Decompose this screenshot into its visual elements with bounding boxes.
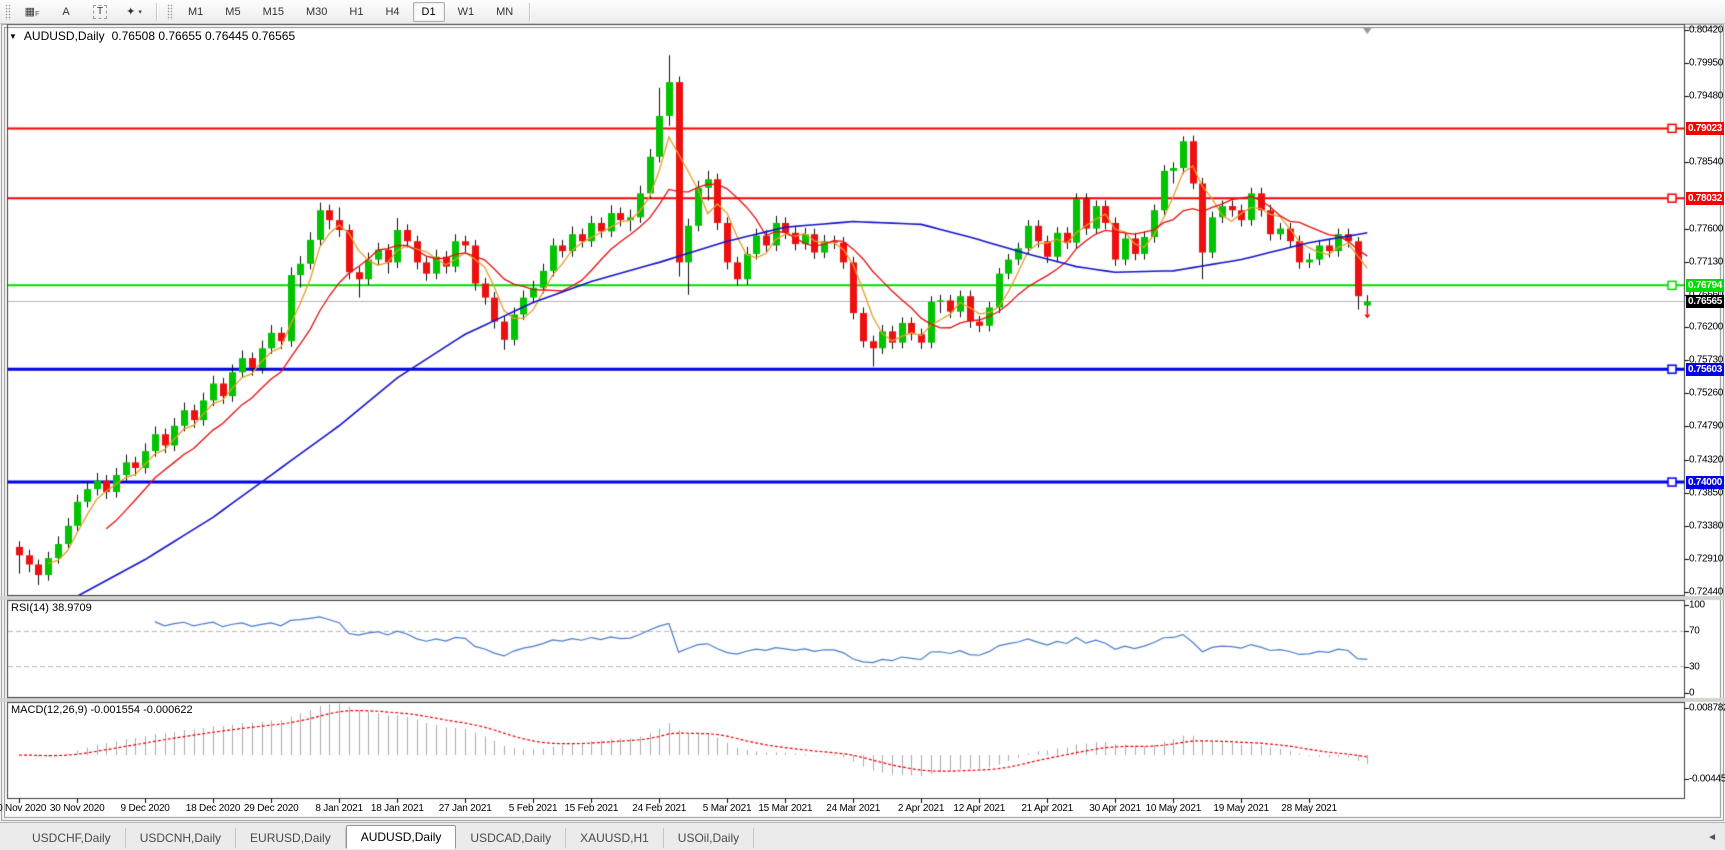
date-label: 12 Apr 2021 bbox=[953, 803, 1006, 814]
level-price-box[interactable]: 0.74000 bbox=[1686, 475, 1724, 489]
timeframe-button-h4[interactable]: H4 bbox=[376, 2, 408, 22]
chart-symbol-period: AUDUSD,Daily bbox=[23, 29, 105, 43]
date-label: 28 May 2021 bbox=[1281, 803, 1337, 814]
date-label: 19 May 2021 bbox=[1213, 803, 1269, 814]
level-price-box[interactable]: 0.78032 bbox=[1686, 191, 1724, 205]
timeframe-button-mn[interactable]: MN bbox=[487, 2, 522, 22]
rsi-tick-label: 70 bbox=[1689, 625, 1700, 637]
timeframe-button-m15[interactable]: M15 bbox=[254, 2, 293, 22]
date-label: 5 Mar 2021 bbox=[702, 803, 752, 814]
price-tick-label: 0.80420 bbox=[1689, 24, 1724, 36]
tab-usdcad-daily[interactable]: USDCAD,Daily bbox=[456, 828, 567, 848]
date-label: 24 Mar 2021 bbox=[826, 803, 881, 814]
chart-title: ▼ AUDUSD,Daily 0.76508 0.76655 0.76445 0… bbox=[9, 29, 295, 43]
level-price-box[interactable]: 0.75603 bbox=[1686, 362, 1724, 376]
date-label: 30 Nov 2020 bbox=[49, 803, 105, 814]
date-label: 18 Dec 2020 bbox=[185, 803, 241, 814]
date-label: 15 Mar 2021 bbox=[758, 803, 813, 814]
date-label: 18 Jan 2021 bbox=[370, 803, 424, 814]
timeframe-button-m1[interactable]: M1 bbox=[179, 2, 212, 22]
tab-usdchf-daily[interactable]: USDCHF,Daily bbox=[18, 828, 126, 848]
price-tick-label: 0.79950 bbox=[1689, 57, 1724, 69]
price-tick-label: 0.77130 bbox=[1689, 256, 1724, 268]
macd-tick-label: -0.00445 bbox=[1689, 773, 1725, 785]
chart-grid-icon[interactable]: ▦ F bbox=[16, 1, 48, 23]
timeframe-button-d1[interactable]: D1 bbox=[412, 1, 445, 22]
tab-xauusd-h1[interactable]: XAUUSD,H1 bbox=[566, 828, 664, 848]
date-label: 21 Apr 2021 bbox=[1021, 803, 1074, 814]
chart-menu-caret-icon[interactable]: ▼ bbox=[9, 32, 17, 41]
tab-audusd-daily[interactable]: AUDUSD,Daily bbox=[345, 825, 457, 849]
current-price-box: 0.76565 bbox=[1686, 294, 1724, 308]
chart-tab-bar: USDCHF,Daily USDCNH,Daily EURUSD,Daily AUDU… bbox=[0, 822, 1725, 850]
date-label: 27 Jan 2021 bbox=[438, 803, 492, 814]
toolbar-grip[interactable] bbox=[5, 3, 11, 20]
price-tick-label: 0.74790 bbox=[1689, 420, 1724, 432]
price-tick-label: 0.76200 bbox=[1689, 321, 1724, 333]
price-tick-label: 0.72440 bbox=[1689, 586, 1724, 598]
timeframe-button-m5[interactable]: M5 bbox=[216, 2, 249, 22]
tab-scroll-left-icon[interactable]: ◄ bbox=[1707, 832, 1717, 843]
date-label: 30 Apr 2021 bbox=[1089, 803, 1141, 814]
chart-canvas[interactable] bbox=[0, 0, 1725, 850]
level-price-box[interactable]: 0.76794 bbox=[1686, 278, 1724, 292]
date-label: 9 Dec 2020 bbox=[120, 803, 170, 814]
price-tick-label: 0.72910 bbox=[1689, 553, 1724, 565]
timeframe-button-w1[interactable]: W1 bbox=[449, 2, 484, 22]
price-tick-label: 0.74320 bbox=[1689, 454, 1724, 466]
chart-ohlc-values: 0.76508 0.76655 0.76445 0.76565 bbox=[111, 29, 296, 43]
text-label-icon[interactable]: T bbox=[84, 1, 116, 23]
rsi-tick-label: 30 bbox=[1689, 661, 1700, 673]
toolbar-grip[interactable] bbox=[167, 3, 173, 20]
rsi-indicator-label: RSI(14) 38.9709 bbox=[11, 602, 92, 614]
main-toolbar: ▦ F A T ✦ ▾ M1 M5 M15 M30 H1 H4 D1 W1 MN bbox=[0, 0, 1725, 24]
price-tick-label: 0.75260 bbox=[1689, 387, 1724, 399]
rsi-tick-label: 100 bbox=[1689, 599, 1705, 611]
timeframe-button-m30[interactable]: M30 bbox=[297, 2, 336, 22]
date-label: 10 May 2021 bbox=[1145, 803, 1202, 814]
date-label: 2 Apr 2021 bbox=[897, 803, 945, 814]
date-label: 8 Jan 2021 bbox=[315, 803, 363, 814]
price-tick-label: 0.78540 bbox=[1689, 156, 1724, 168]
price-tick-label: 0.73380 bbox=[1689, 520, 1724, 532]
macd-tick-label: 0.008782 bbox=[1689, 702, 1725, 714]
date-label: 5 Feb 2021 bbox=[508, 803, 558, 814]
toolbar-separator bbox=[156, 2, 158, 21]
price-tick-label: 0.79480 bbox=[1689, 90, 1724, 102]
rsi-tick-label: 0 bbox=[1689, 687, 1695, 699]
tab-eurusd-daily[interactable]: EURUSD,Daily bbox=[236, 828, 346, 848]
toolbar-separator bbox=[529, 2, 532, 21]
timeframe-button-h1[interactable]: H1 bbox=[340, 2, 372, 22]
cursor-tool-icon[interactable]: ✦ ▾ bbox=[118, 1, 150, 23]
font-icon[interactable]: A bbox=[50, 1, 82, 23]
tab-usoil-daily[interactable]: USOil,Daily bbox=[664, 828, 755, 848]
date-label: 29 Dec 2020 bbox=[243, 803, 299, 814]
mt4-workspace: ▦ F A T ✦ ▾ M1 M5 M15 M30 H1 H4 D1 W1 MN ▼ AUDUSD,Dail… bbox=[0, 0, 1725, 850]
date-label: 24 Feb 2021 bbox=[632, 803, 687, 814]
date-label: 15 Feb 2021 bbox=[564, 803, 619, 814]
date-label: 20 Nov 2020 bbox=[0, 803, 47, 814]
tab-usdcnh-daily[interactable]: USDCNH,Daily bbox=[126, 828, 237, 848]
price-tick-label: 0.77600 bbox=[1689, 223, 1724, 235]
price-tick-label: 0.73850 bbox=[1689, 487, 1724, 499]
level-price-box[interactable]: 0.79023 bbox=[1686, 121, 1724, 135]
macd-indicator-label: MACD(12,26,9) -0.001554 -0.000622 bbox=[11, 704, 193, 716]
